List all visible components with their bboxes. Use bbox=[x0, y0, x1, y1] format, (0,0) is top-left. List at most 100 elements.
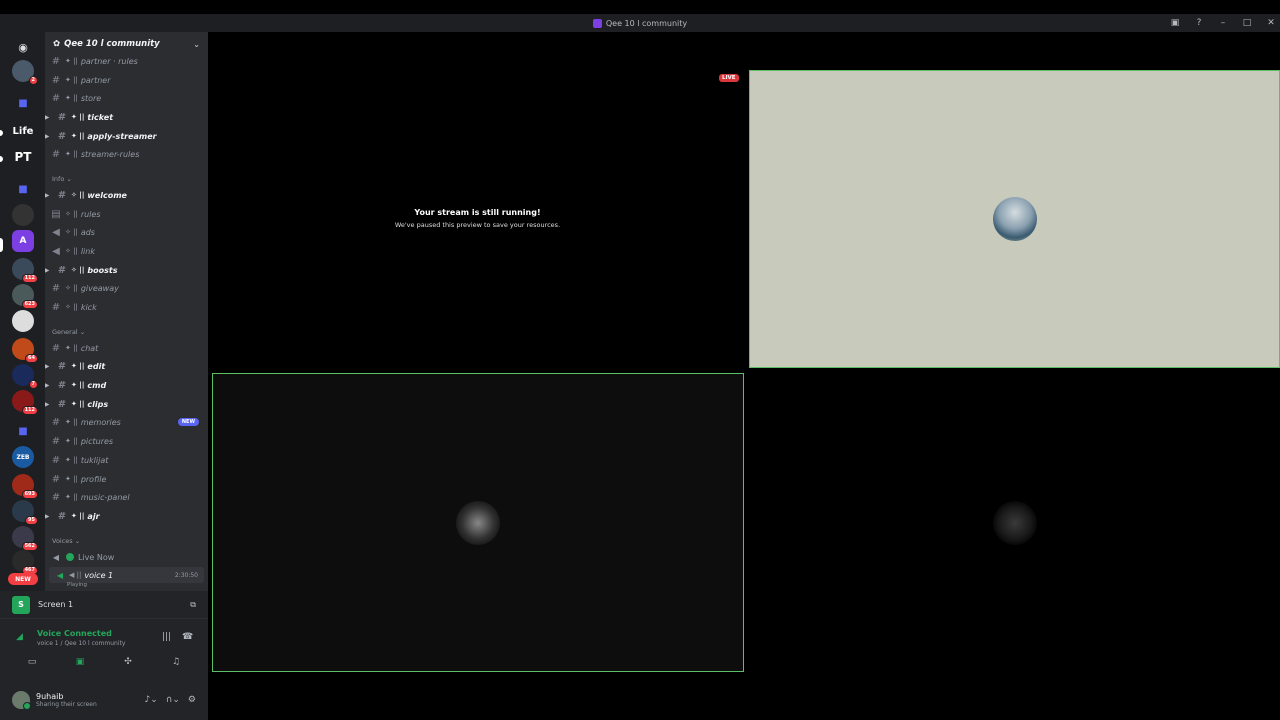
participant-tile-3[interactable] bbox=[749, 373, 1280, 672]
headphones-icon[interactable]: ∩⌄ bbox=[166, 695, 180, 705]
server-icon-5[interactable] bbox=[12, 310, 34, 332]
server-qee-active[interactable]: A bbox=[12, 230, 34, 252]
channel-boosts[interactable]: ▶ # ✧ || boosts bbox=[45, 262, 208, 278]
server-icon-3[interactable]: 112 bbox=[12, 258, 38, 283]
discord-home-icon[interactable]: ◉ bbox=[12, 36, 34, 58]
participant-tile-2[interactable] bbox=[212, 373, 744, 672]
channel-memories[interactable]: # ✦ || memories NEW bbox=[45, 414, 208, 430]
participant-tile-1[interactable] bbox=[749, 70, 1280, 368]
new-servers-badge[interactable]: NEW bbox=[8, 573, 38, 585]
hash-icon: # bbox=[51, 148, 61, 160]
user-info[interactable]: 9uhaib Sharing their screen bbox=[36, 692, 97, 708]
mention-badge: 2 bbox=[28, 76, 38, 85]
server-icon-8[interactable]: 112 bbox=[12, 390, 38, 415]
help-icon[interactable]: ? bbox=[1194, 18, 1204, 28]
channel-partner-rules[interactable]: # ✦ || partner · rules bbox=[45, 53, 208, 69]
server-zeb[interactable]: ZEB bbox=[12, 446, 34, 468]
popout-icon[interactable]: ⧉ bbox=[190, 600, 196, 610]
expand-arrow-icon: ▶ bbox=[45, 266, 50, 274]
voice-toolbar: ▭ ▣ ✣ ♫ bbox=[12, 654, 196, 670]
channel-clips[interactable]: ▶ # ✦ || clips bbox=[45, 396, 208, 412]
channel-edit[interactable]: ▶ # ✦ || edit bbox=[45, 358, 208, 374]
gear-icon[interactable]: ⚙ bbox=[188, 695, 196, 705]
noise-suppression-icon[interactable]: ||| bbox=[162, 632, 171, 642]
server-icon-9[interactable]: 693 bbox=[12, 474, 38, 499]
voice-channel-voice-1[interactable]: ◀ ◀ || voice 1 2:30:50 bbox=[49, 567, 204, 583]
category-voices[interactable]: Voices ⌄ bbox=[52, 537, 80, 545]
expand-arrow-icon: ▶ bbox=[45, 132, 50, 140]
channel-ads[interactable]: ◀ ✧ || ads bbox=[45, 224, 208, 240]
server-icon-2[interactable] bbox=[12, 204, 34, 226]
server-icon-10[interactable]: 95 bbox=[12, 500, 38, 525]
channel-rules[interactable]: ▤ ✧ || rules bbox=[45, 206, 208, 222]
channel-pictures[interactable]: # ✦ || pictures bbox=[45, 433, 208, 449]
user-panel: S Screen 1 ⧉ ◢ Voice Connected voice 1 /… bbox=[0, 591, 208, 720]
channel-chat[interactable]: # ✦ || chat bbox=[45, 340, 208, 356]
paused-subtitle: We've paused this preview to save your r… bbox=[394, 221, 561, 229]
channel-apply-streamer[interactable]: ▶ # ✦ || apply-streamer bbox=[45, 128, 208, 144]
chevron-down-icon: ⌄ bbox=[193, 39, 200, 49]
channel-kick[interactable]: # ✧ || kick bbox=[45, 299, 208, 315]
hash-icon: # bbox=[57, 398, 67, 410]
channel-giveaway[interactable]: # ✧ || giveaway bbox=[45, 280, 208, 296]
expand-arrow-icon: ▶ bbox=[45, 400, 50, 408]
voice-connected-status[interactable]: ◢ Voice Connected voice 1 / Qee 10 l com… bbox=[12, 627, 196, 651]
unread-indicator bbox=[0, 130, 3, 136]
server-life[interactable]: Life bbox=[12, 120, 34, 142]
soundboard-icon[interactable]: ♫ bbox=[156, 654, 196, 670]
folder-icon[interactable]: ■ bbox=[12, 420, 34, 442]
channel-link[interactable]: ◀ ✧ || link bbox=[45, 243, 208, 259]
window-title: Qee 10 l community bbox=[605, 18, 688, 28]
hash-icon: # bbox=[51, 74, 61, 86]
channel-partner[interactable]: # ✦ || partner bbox=[45, 72, 208, 88]
server-icon-11[interactable]: 562 bbox=[12, 526, 38, 551]
inbox-icon[interactable]: ▣ bbox=[1170, 18, 1180, 28]
folder-icon[interactable]: ■ bbox=[12, 92, 34, 114]
disconnect-icon[interactable]: ☎ bbox=[182, 632, 193, 642]
server-icon-1[interactable]: 2 bbox=[12, 60, 38, 85]
channel-streamer-rules[interactable]: # ✦ || streamer-rules bbox=[45, 146, 208, 162]
microphone-icon[interactable]: ♪⌄ bbox=[144, 695, 157, 705]
server-icon-12[interactable]: 467 bbox=[12, 550, 38, 575]
category-general[interactable]: General ⌄ bbox=[52, 328, 85, 336]
category-info[interactable]: Info ⌄ bbox=[52, 175, 72, 183]
expand-arrow-icon: ▶ bbox=[45, 191, 50, 199]
channel-sidebar: ✿ Qee 10 l community ⌄ # ✦ || partner · ru… bbox=[45, 32, 208, 591]
unread-indicator bbox=[0, 156, 3, 162]
server-icon-6[interactable]: 64 bbox=[12, 338, 38, 363]
announcement-icon: ◀ bbox=[52, 245, 60, 257]
mention-badge: 693 bbox=[21, 490, 38, 499]
channel-profile[interactable]: # ✦ || profile bbox=[45, 471, 208, 487]
screen-share-row[interactable]: S Screen 1 ⧉ bbox=[0, 591, 208, 619]
activities-icon[interactable]: ✣ bbox=[108, 654, 148, 670]
voice-connected-title: Voice Connected bbox=[37, 629, 112, 638]
hash-icon: # bbox=[57, 264, 67, 276]
hash-icon: # bbox=[51, 473, 61, 485]
server-pt[interactable]: PT bbox=[12, 146, 34, 168]
channel-store[interactable]: # ✦ || store bbox=[45, 90, 208, 106]
channel-ajr[interactable]: ▶ # ✦ || ajr bbox=[45, 508, 208, 524]
hash-icon: # bbox=[57, 111, 67, 123]
channel-cmd[interactable]: ▶ # ✦ || cmd bbox=[45, 377, 208, 393]
channel-ticket[interactable]: ▶ # ✦ || ticket bbox=[45, 109, 208, 125]
screen-share-icon[interactable]: ▣ bbox=[60, 654, 100, 670]
maximize-icon[interactable]: □ bbox=[1242, 18, 1252, 28]
mention-badge: 64 bbox=[25, 354, 38, 363]
live-badge: LIVE bbox=[719, 74, 739, 82]
expand-arrow-icon: ▶ bbox=[45, 512, 50, 520]
expand-arrow-icon: ▶ bbox=[45, 113, 50, 121]
channel-music-panel[interactable]: # ✦ || music-panel bbox=[45, 489, 208, 505]
server-icon-7[interactable]: 7 bbox=[12, 364, 38, 389]
channel-welcome[interactable]: ▶ # ✧ || welcome bbox=[45, 187, 208, 203]
voice-channel-live-now[interactable]: ◀ Live Now bbox=[45, 549, 208, 565]
avatar[interactable] bbox=[12, 691, 31, 710]
stream-preview-tile[interactable]: Your stream is still running! We've paus… bbox=[212, 70, 743, 367]
close-icon[interactable]: ✕ bbox=[1266, 18, 1276, 28]
channel-tuklijat[interactable]: # ✦ || tuklijat bbox=[45, 452, 208, 468]
camera-icon[interactable]: ▭ bbox=[12, 654, 52, 670]
minimize-icon[interactable]: – bbox=[1218, 18, 1228, 28]
folder-icon[interactable]: ■ bbox=[12, 178, 34, 200]
voice-connected-channel: voice 1 / Qee 10 l community bbox=[37, 640, 126, 647]
server-icon-4[interactable]: 623 bbox=[12, 284, 38, 309]
user-row: 9uhaib Sharing their screen ♪⌄ ∩⌄ ⚙ bbox=[0, 680, 208, 720]
